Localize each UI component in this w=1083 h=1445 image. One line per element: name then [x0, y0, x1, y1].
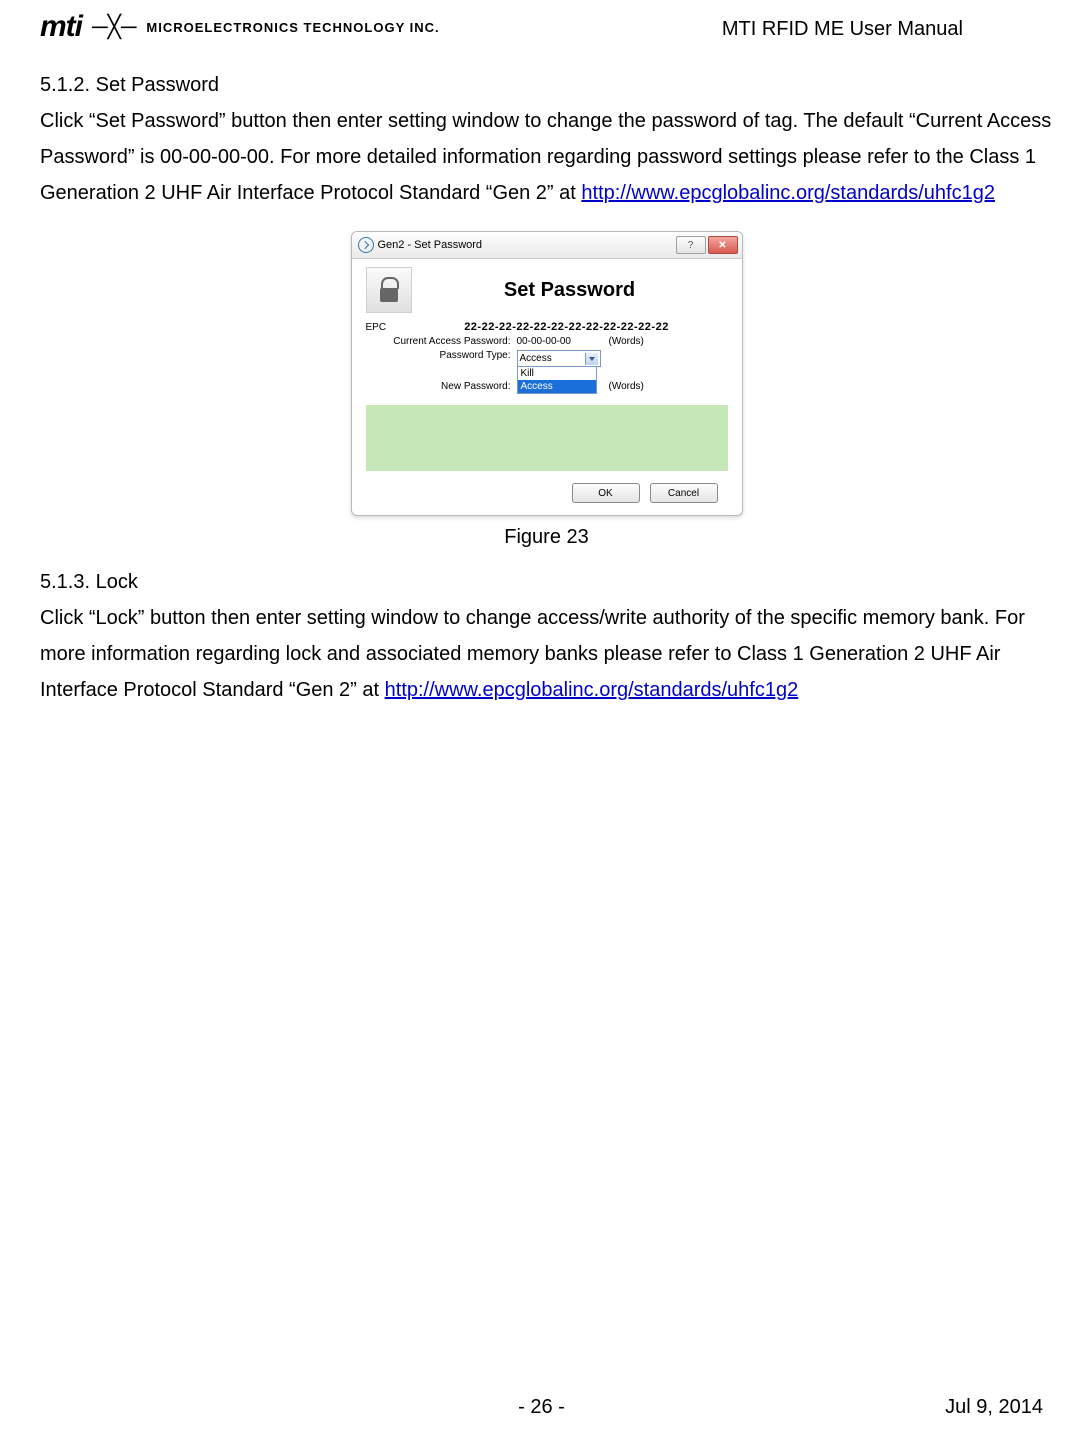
combo-value: Access	[520, 353, 552, 364]
password-type-combo-wrap: Access Kill Access	[517, 350, 601, 394]
npw-unit: (Words)	[609, 381, 644, 392]
dialog-title: Set Password	[412, 279, 728, 302]
dialog-buttons: OK Cancel	[352, 479, 742, 515]
refresh-icon	[358, 237, 374, 253]
epc-value: 22-22-22-22-22-22-22-22-22-22-22-22	[406, 321, 728, 333]
help-button[interactable]: ?	[676, 236, 706, 254]
current-access-password-row: Current Access Password: 00-00-00-00 (Wo…	[366, 336, 728, 347]
dialog-figure: Gen2 - Set Password ? ✕ Set Password EPC…	[40, 231, 1053, 516]
document-title: MTI RFID ME User Manual	[722, 18, 963, 41]
section-5-1-3-body: Click “Lock” button then enter setting w…	[40, 600, 1053, 708]
npw-label: New Password:	[366, 381, 517, 392]
ptype-label: Password Type:	[366, 350, 517, 361]
section-5-1-3-heading: 5.1.3. Lock	[40, 571, 1053, 594]
heartbeat-line-icon: ─╳─	[92, 14, 136, 40]
ok-button[interactable]: OK	[572, 483, 640, 503]
epc-label: EPC	[366, 322, 406, 333]
dropdown-item-access[interactable]: Access	[518, 380, 596, 393]
page: mti ─╳─ MICROELECTRONICS TECHNOLOGY INC.…	[0, 0, 1083, 1445]
titlebar-left: Gen2 - Set Password	[358, 237, 483, 253]
cap-label: Current Access Password:	[366, 336, 517, 347]
status-panel	[366, 405, 728, 471]
company-logo: mti ─╳─ MICROELECTRONICS TECHNOLOGY INC.	[40, 10, 440, 44]
epc-row: EPC 22-22-22-22-22-22-22-22-22-22-22-22	[366, 321, 728, 333]
page-header: mti ─╳─ MICROELECTRONICS TECHNOLOGY INC.…	[40, 10, 1053, 44]
dropdown-item-kill[interactable]: Kill	[518, 367, 596, 380]
cap-unit: (Words)	[609, 336, 644, 347]
section-title: Lock	[96, 571, 138, 593]
dialog-form: EPC 22-22-22-22-22-22-22-22-22-22-22-22 …	[352, 317, 742, 401]
page-number: - 26 -	[0, 1396, 1083, 1419]
epcglobal-link[interactable]: http://www.epcglobalinc.org/standards/uh…	[385, 679, 799, 701]
lock-icon	[366, 267, 412, 313]
section-5-1-2-body: Click “Set Password” button then enter s…	[40, 103, 1053, 211]
dialog-header: Set Password	[352, 259, 742, 317]
chevron-down-icon	[585, 353, 598, 365]
password-type-dropdown: Kill Access	[517, 366, 597, 394]
page-footer: - 26 - Jul 9, 2014	[0, 1396, 1083, 1419]
close-icon: ✕	[718, 240, 726, 251]
titlebar-controls: ? ✕	[676, 236, 738, 254]
dialog-titlebar: Gen2 - Set Password ? ✕	[352, 232, 742, 259]
figure-23-caption: Figure 23	[40, 526, 1053, 549]
help-icon: ?	[688, 240, 694, 251]
cancel-button[interactable]: Cancel	[650, 483, 718, 503]
logo-subtext: MICROELECTRONICS TECHNOLOGY INC.	[146, 20, 439, 35]
set-password-dialog: Gen2 - Set Password ? ✕ Set Password EPC…	[351, 231, 743, 516]
logo-mark: mti	[40, 10, 82, 44]
close-button[interactable]: ✕	[708, 236, 738, 254]
cap-value: 00-00-00-00	[517, 336, 595, 347]
epcglobal-link[interactable]: http://www.epcglobalinc.org/standards/uh…	[581, 182, 995, 204]
section-number: 5.1.3.	[40, 571, 96, 593]
password-type-combo[interactable]: Access	[517, 350, 601, 367]
section-title: Set Password	[96, 74, 219, 96]
section-5-1-2-heading: 5.1.2. Set Password	[40, 74, 1053, 97]
window-title-text: Gen2 - Set Password	[378, 239, 483, 251]
section-number: 5.1.2.	[40, 74, 96, 96]
